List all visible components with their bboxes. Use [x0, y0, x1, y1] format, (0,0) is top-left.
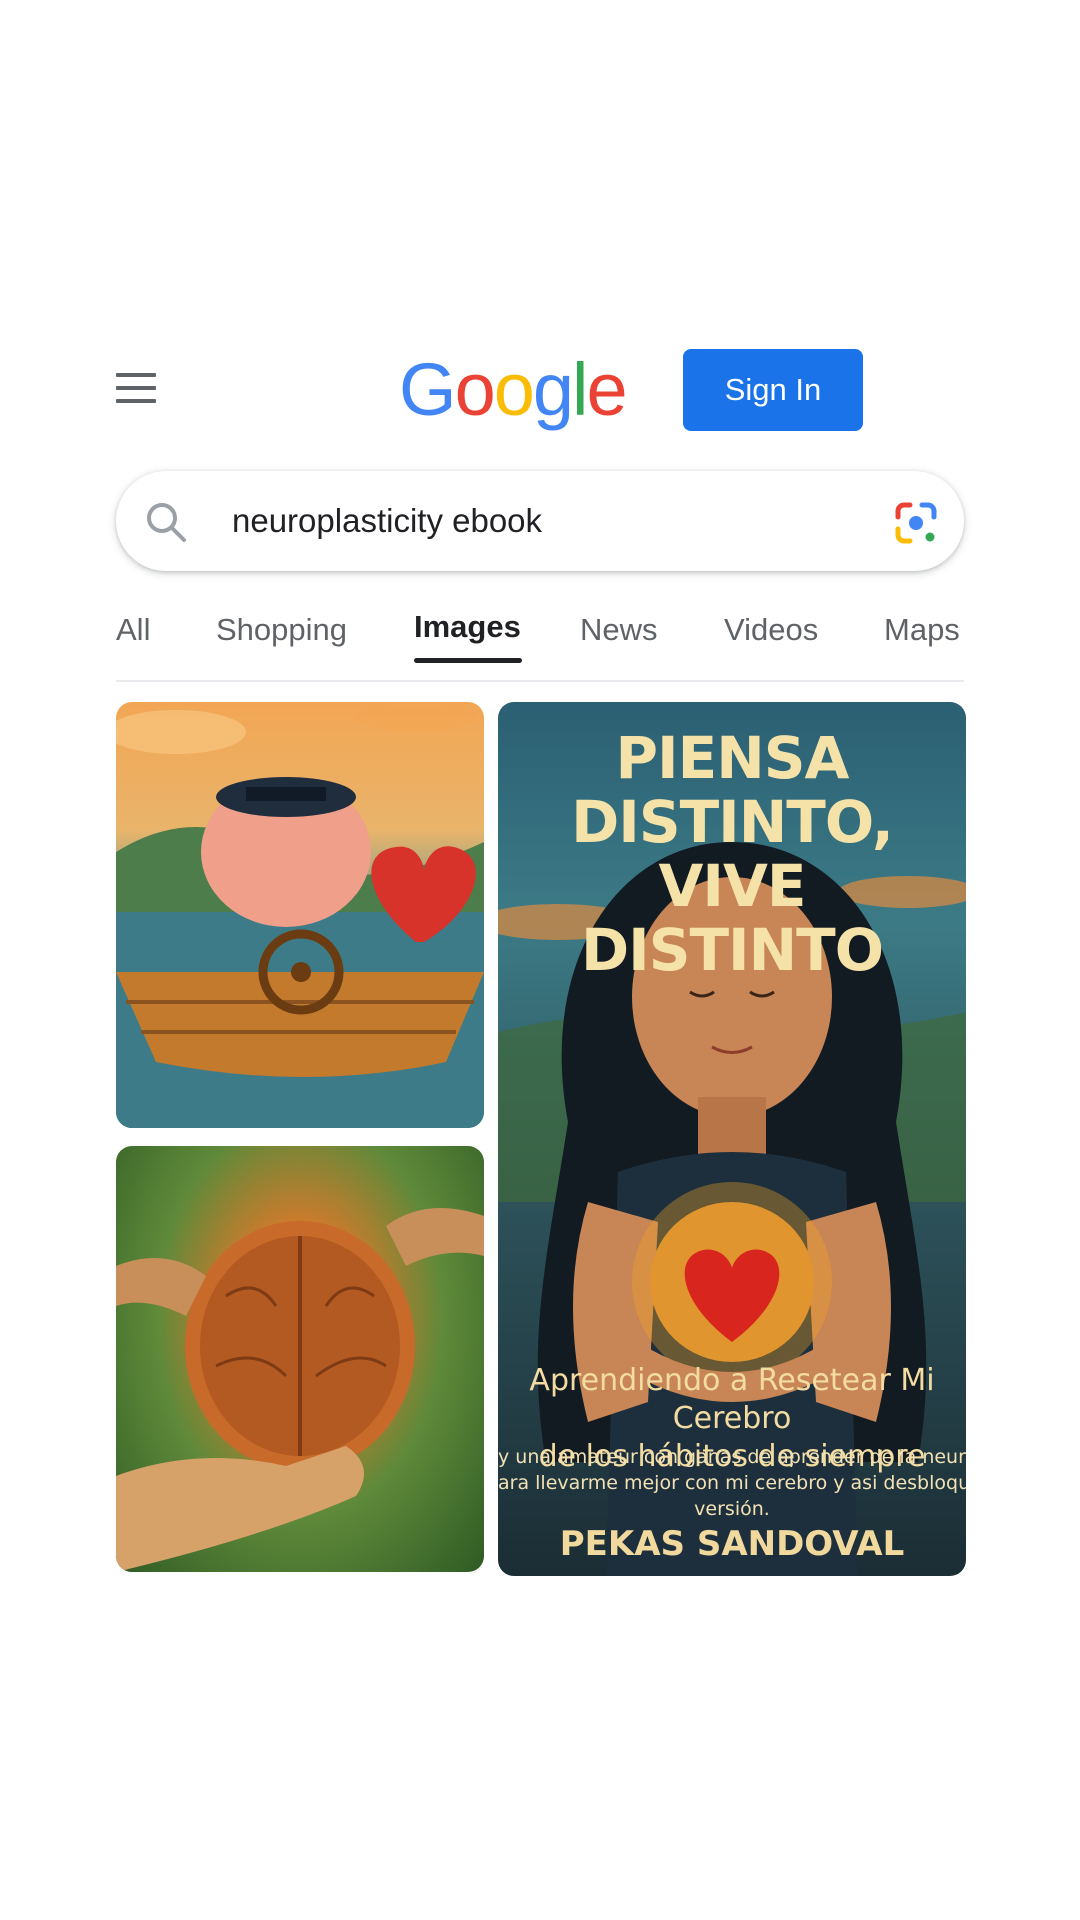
logo-letter: o — [493, 348, 535, 431]
cover-title-line: VIVE DISTINTO — [580, 852, 884, 984]
search-icon — [147, 503, 186, 542]
tab-shopping[interactable]: Shopping — [216, 612, 347, 648]
hamburger-menu-icon[interactable] — [116, 373, 156, 405]
logo-letter: e — [586, 348, 627, 431]
cover-tagline: y una amateur con ganas de aprender de l… — [498, 1444, 966, 1522]
image-result-glowing-brain-hands[interactable] — [116, 1146, 484, 1572]
top-bar: Google Sign In — [116, 349, 964, 431]
cover-title-line: PIENSA DISTINTO, — [571, 724, 894, 856]
sign-in-button[interactable]: Sign In — [683, 349, 863, 431]
cover-tagline-line: versión. — [694, 1498, 770, 1520]
tab-maps[interactable]: Maps — [884, 612, 960, 648]
brain-heart-boat-illustration — [116, 703, 484, 1128]
logo-letter: l — [572, 348, 589, 431]
cover-subtitle-line: Aprendiendo a Resetear Mi Cerebro — [529, 1363, 935, 1436]
glowing-brain-illustration — [116, 1208, 484, 1572]
google-logo[interactable]: Google — [399, 348, 628, 431]
google-lens-icon — [895, 502, 937, 544]
tab-videos[interactable]: Videos — [724, 612, 818, 648]
tab-all[interactable]: All — [116, 612, 150, 648]
search-input[interactable]: neuroplasticity ebook — [232, 471, 542, 571]
search-bar[interactable]: neuroplasticity ebook — [116, 471, 964, 571]
active-tab-indicator — [414, 658, 522, 663]
logo-letter: o — [454, 348, 496, 431]
cover-tagline-line: ara llevarme mejor con mi cerebro y asi … — [498, 1472, 966, 1494]
cover-author: PEKAS SANDOVAL — [559, 1524, 905, 1564]
image-result-book-cover[interactable]: PIENSA DISTINTO, VIVE DISTINTO Aprendien… — [498, 702, 966, 1576]
tab-news[interactable]: News — [580, 612, 658, 648]
cover-title: PIENSA DISTINTO, VIVE DISTINTO — [498, 726, 966, 982]
search-tabs: All Shopping Images News Videos Maps — [116, 600, 964, 682]
tab-images[interactable]: Images — [414, 609, 521, 645]
logo-letter: g — [532, 348, 574, 431]
cover-tagline-line: y una amateur con ganas de aprender de l… — [498, 1446, 966, 1468]
image-result-brain-heart-boat[interactable] — [116, 702, 484, 1128]
logo-letter: G — [399, 348, 457, 431]
